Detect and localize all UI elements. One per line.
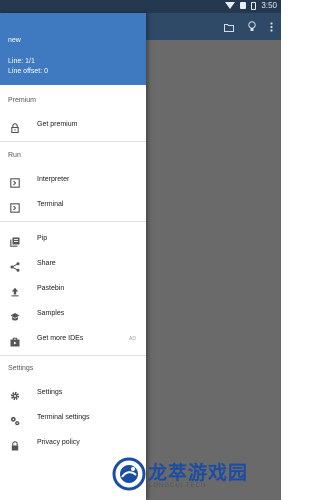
- wifi-icon: [225, 2, 236, 9]
- status-time: 3:50: [261, 1, 277, 10]
- menu-item-settings[interactable]: Settings: [0, 382, 146, 404]
- menu-label: Settings: [37, 389, 63, 396]
- gears-icon: [10, 413, 20, 426]
- lightbulb-icon[interactable]: [248, 19, 256, 37]
- menu-label: Samples: [37, 310, 65, 317]
- file-name: new: [8, 37, 21, 44]
- menu-label: Get more IDEs: [37, 335, 84, 342]
- terminal-box-icon: [10, 200, 20, 213]
- menu-label: Terminal: [37, 201, 64, 208]
- navigation-drawer: new Line: 1/1 Line offset: 0 Premium Get…: [0, 13, 146, 500]
- battery-icon: [251, 1, 257, 10]
- folder-icon[interactable]: [224, 19, 234, 37]
- more-vert-icon[interactable]: [270, 19, 273, 37]
- ad-badge: AD: [129, 336, 136, 342]
- menu-label: Privacy policy: [37, 439, 80, 446]
- library-icon: [10, 234, 20, 247]
- upload-icon: [10, 284, 20, 297]
- line-offset-info: Line offset: 0: [8, 68, 48, 75]
- section-settings: Settings: [8, 365, 34, 372]
- share-icon: [10, 259, 20, 272]
- status-bar: 3:50: [0, 0, 281, 13]
- watermark-subtitle: LONGCUI TECH: [149, 483, 207, 489]
- line-info: Line: 1/1: [8, 58, 35, 65]
- divider: [0, 355, 146, 356]
- menu-label: Interpreter: [37, 176, 70, 183]
- menu-item-get-more-ides[interactable]: Get more IDEs AD: [0, 328, 146, 350]
- menu-label: Pip: [37, 235, 48, 242]
- menu-item-terminal[interactable]: Terminal: [0, 194, 146, 216]
- menu-label: Get premium: [37, 121, 78, 128]
- menu-label: Terminal settings: [37, 414, 90, 421]
- section-run: Run: [8, 152, 21, 159]
- menu-item-privacy-policy[interactable]: Privacy policy: [0, 432, 146, 454]
- shop-icon: [10, 334, 20, 347]
- terminal-box-icon: [10, 175, 20, 188]
- section-premium: Premium: [8, 97, 37, 104]
- menu-item-samples[interactable]: Samples: [0, 303, 146, 325]
- sim-icon: [240, 2, 247, 9]
- watermark: 龙萃游戏园 LONGCUI TECH: [112, 455, 272, 495]
- menu-item-get-premium[interactable]: Get premium: [0, 114, 146, 136]
- divider: [0, 221, 146, 222]
- menu-item-pip[interactable]: Pip: [0, 228, 146, 250]
- menu-item-pastebin[interactable]: Pastebin: [0, 278, 146, 300]
- menu-label: Share: [37, 260, 56, 267]
- lock-icon: [10, 120, 20, 134]
- lock-filled-icon: [10, 438, 20, 451]
- menu-item-terminal-settings[interactable]: Terminal settings: [0, 407, 146, 429]
- menu-item-interpreter[interactable]: Interpreter: [0, 169, 146, 191]
- school-icon: [10, 309, 20, 321]
- menu-label: Pastebin: [37, 285, 65, 292]
- watermark-title: 龙萃游戏园: [148, 463, 249, 484]
- drawer-header: new Line: 1/1 Line offset: 0: [0, 13, 146, 85]
- menu-item-share[interactable]: Share: [0, 253, 146, 275]
- watermark-logo-icon: [112, 457, 146, 491]
- gear-icon: [10, 388, 20, 401]
- divider: [0, 141, 146, 142]
